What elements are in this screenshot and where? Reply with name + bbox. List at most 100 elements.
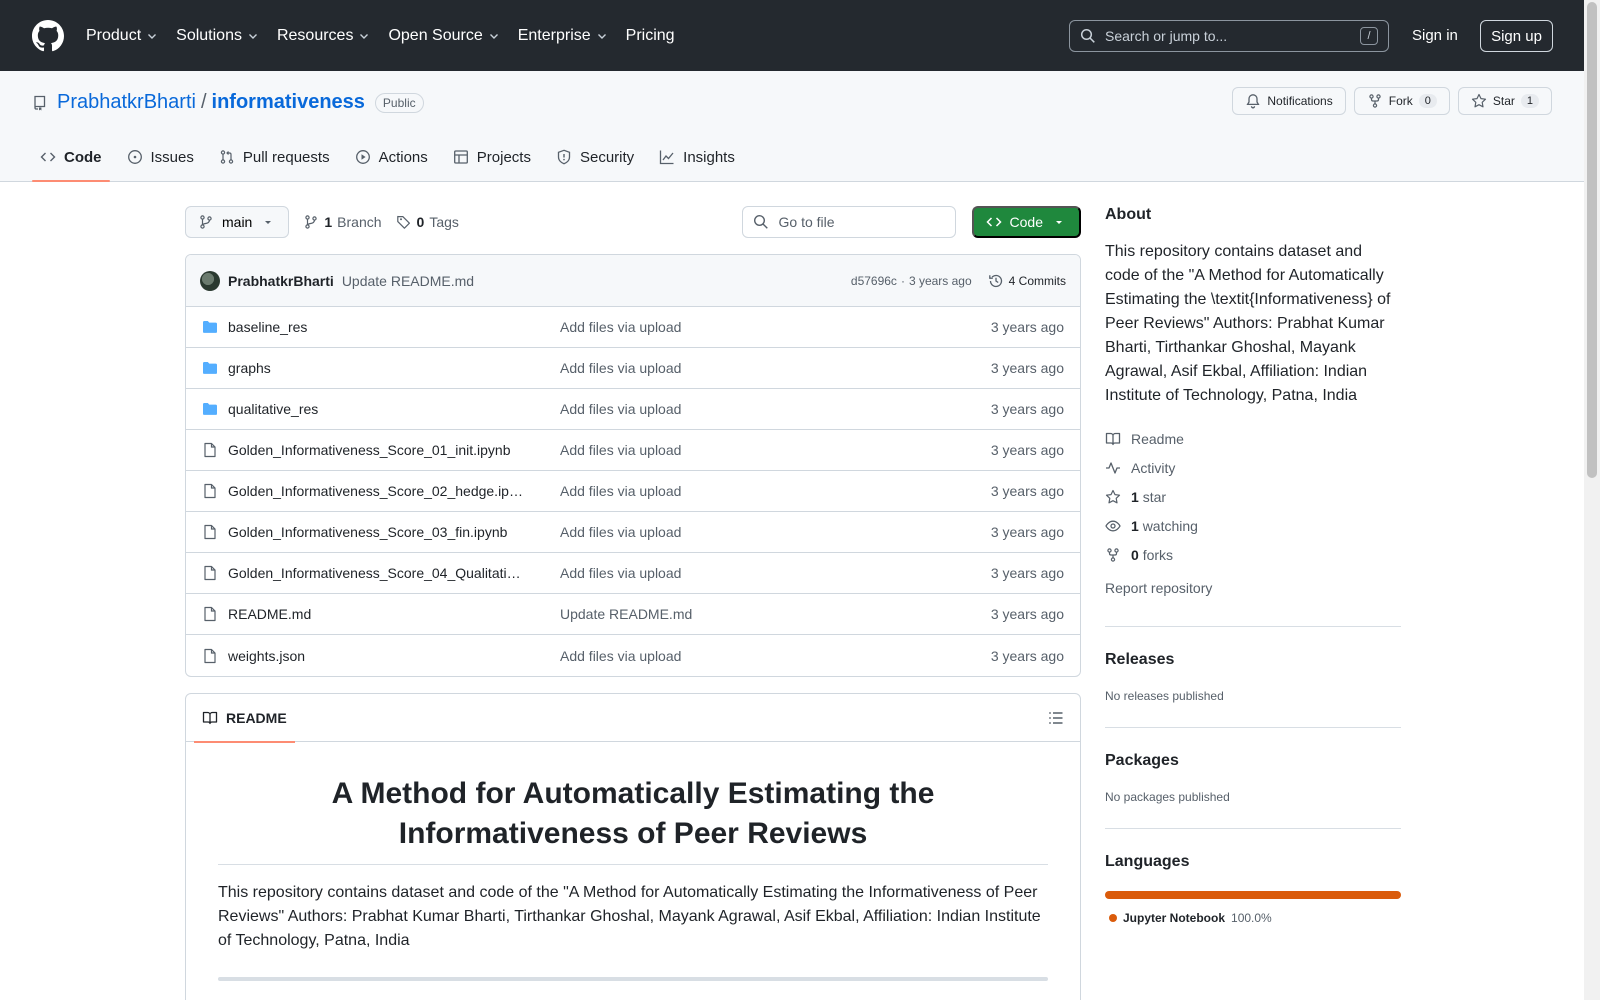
file-name-link[interactable]: baseline_res [228,319,560,335]
fork-button[interactable]: Fork 0 [1353,87,1450,115]
forks-link[interactable]: 0 forks [1105,540,1401,569]
search-placeholder: Search or jump to... [1105,28,1228,44]
tab-insights[interactable]: Insights [651,133,743,181]
file-row[interactable]: Golden_Informativeness_Score_02_hedge.ip… [186,471,1080,512]
file-name-link[interactable]: Golden_Informativeness_Score_04_Qualitat… [228,565,560,581]
file-age: 3 years ago [990,483,1064,499]
nav-product[interactable]: Product [86,27,158,45]
releases-heading[interactable]: Releases [1105,651,1401,669]
page-scrollbar[interactable] [1584,0,1600,1000]
file-row[interactable]: weights.json Add files via upload 3 year… [186,635,1080,676]
activity-link[interactable]: Activity [1105,453,1401,482]
repo-owner-link[interactable]: PrabhatkrBharti [57,91,196,114]
nav-open-source[interactable]: Open Source [388,27,499,45]
commit-hash-link[interactable]: d57696c [851,274,897,288]
file-icon [204,565,216,581]
file-commit-message[interactable]: Add files via upload [560,524,991,540]
stars-label: star [1142,488,1167,505]
star-button[interactable]: Star 1 [1457,87,1552,115]
file-commit-message[interactable]: Add files via upload [560,319,991,335]
folder-icon [203,403,217,415]
readme-paragraph: This repository contains dataset and cod… [218,884,1041,949]
github-logo-icon[interactable] [32,19,64,52]
sign-up-button[interactable]: Sign up [1480,20,1553,52]
languages-heading: Languages [1105,853,1190,870]
file-row[interactable]: qualitative_res Add files via upload 3 y… [186,389,1080,430]
avatar[interactable] [200,270,220,291]
about-links: Readme Activity 1 star 1 watching 0 fork… [1105,424,1401,602]
chevron-down-icon [248,33,257,39]
file-commit-message[interactable]: Add files via upload [560,648,991,664]
file-commit-message[interactable]: Update README.md [560,606,991,622]
language-item[interactable]: Jupyter Notebook 100.0% [1105,911,1401,925]
file-commit-message[interactable]: Add files via upload [560,442,991,458]
history-icon [988,274,1002,287]
folder-icon [203,321,217,333]
tab-security[interactable]: Security [548,133,642,181]
readme-tab[interactable]: README [194,694,295,743]
nav-enterprise[interactable]: Enterprise [518,27,608,45]
commit-author-link[interactable]: PrabhatkrBharti [228,273,334,289]
packages-heading[interactable]: Packages [1105,752,1401,770]
file-name-link[interactable]: graphs [228,360,560,376]
nav-pricing[interactable]: Pricing [626,27,675,45]
tab-code[interactable]: Code [32,133,110,182]
commit-message-link[interactable]: Update README.md [342,273,474,289]
file-commit-message[interactable]: Add files via upload [560,401,991,417]
search-shortcut-key: / [1360,27,1378,45]
branch-count-label: Branch [337,214,382,230]
readme-link[interactable]: Readme [1105,424,1401,453]
branch-selector[interactable]: main [185,206,290,238]
file-row[interactable]: Golden_Informativeness_Score_03_fin.ipyn… [186,512,1080,553]
file-row[interactable]: baseline_res Add files via upload 3 year… [186,307,1080,348]
commits-history-link[interactable]: 4 Commits [988,273,1066,289]
file-row[interactable]: Golden_Informativeness_Score_04_Qualitat… [186,553,1080,594]
tab-actions[interactable]: Actions [347,133,436,181]
branches-link[interactable]: 1 Branch [303,214,382,230]
notifications-button[interactable]: Notifications [1232,87,1346,115]
code-button-label: Code [1009,214,1043,230]
scrollbar-thumb[interactable] [1587,2,1597,478]
file-commit-message[interactable]: Add files via upload [560,565,991,581]
file-name-link[interactable]: Golden_Informativeness_Score_03_fin.ipyn… [228,524,560,540]
star-label: Star [1492,94,1515,108]
sign-in-link[interactable]: Sign in [1412,27,1458,44]
file-age: 3 years ago [990,647,1064,664]
go-to-file-input[interactable]: Go to file [741,206,956,238]
file-name-link[interactable]: qualitative_res [228,401,560,417]
nav-solutions[interactable]: Solutions [176,27,259,45]
tags-link[interactable]: 0 Tags [396,214,459,230]
file-name-link[interactable]: README.md [228,606,560,622]
code-dropdown-button[interactable]: Code [971,206,1081,238]
tab-projects[interactable]: Projects [445,133,539,181]
file-name-link[interactable]: weights.json [228,648,560,664]
nav-resources-label: Resources [276,26,354,44]
nav-product-label: Product [86,26,142,44]
repo-name-link[interactable]: informativeness [212,91,365,114]
file-name-link[interactable]: Golden_Informativeness_Score_02_hedge.ip… [228,483,560,499]
nav-resources[interactable]: Resources [277,27,370,45]
branch-name: main [222,214,253,230]
tab-issues[interactable]: Issues [119,133,202,181]
file-commit-message[interactable]: Add files via upload [560,360,991,376]
tag-icon [396,215,410,229]
file-row[interactable]: Golden_Informativeness_Score_01_init.ipy… [186,430,1080,471]
readme-tab-label: README [226,709,287,726]
tab-pull-requests[interactable]: Pull requests [211,133,338,181]
about-description: This repository contains dataset and cod… [1105,243,1391,404]
languages-section: Languages Jupyter Notebook 100.0% [1105,828,1401,925]
list-icon[interactable] [1048,710,1064,726]
file-commit-message[interactable]: Add files via upload [560,483,991,499]
nav-pricing-label: Pricing [625,26,675,44]
caret-down-icon [1056,221,1062,224]
main-content: main 1 Branch 0 Tags Go to file Code Pra… [185,206,1081,1000]
file-row[interactable]: README.md Update README.md 3 years ago [186,594,1080,635]
horizontal-rule [218,977,1048,981]
watchers-link[interactable]: 1 watching [1105,511,1401,540]
file-name-link[interactable]: Golden_Informativeness_Score_01_init.ipy… [228,442,560,458]
latest-commit-bar: PrabhatkrBharti Update README.md d57696c… [186,255,1080,307]
file-row[interactable]: graphs Add files via upload 3 years ago [186,348,1080,389]
global-search-input[interactable]: Search or jump to... / [1069,20,1389,52]
report-repository-link[interactable]: Report repository [1105,573,1401,602]
stars-link[interactable]: 1 star [1105,482,1401,511]
